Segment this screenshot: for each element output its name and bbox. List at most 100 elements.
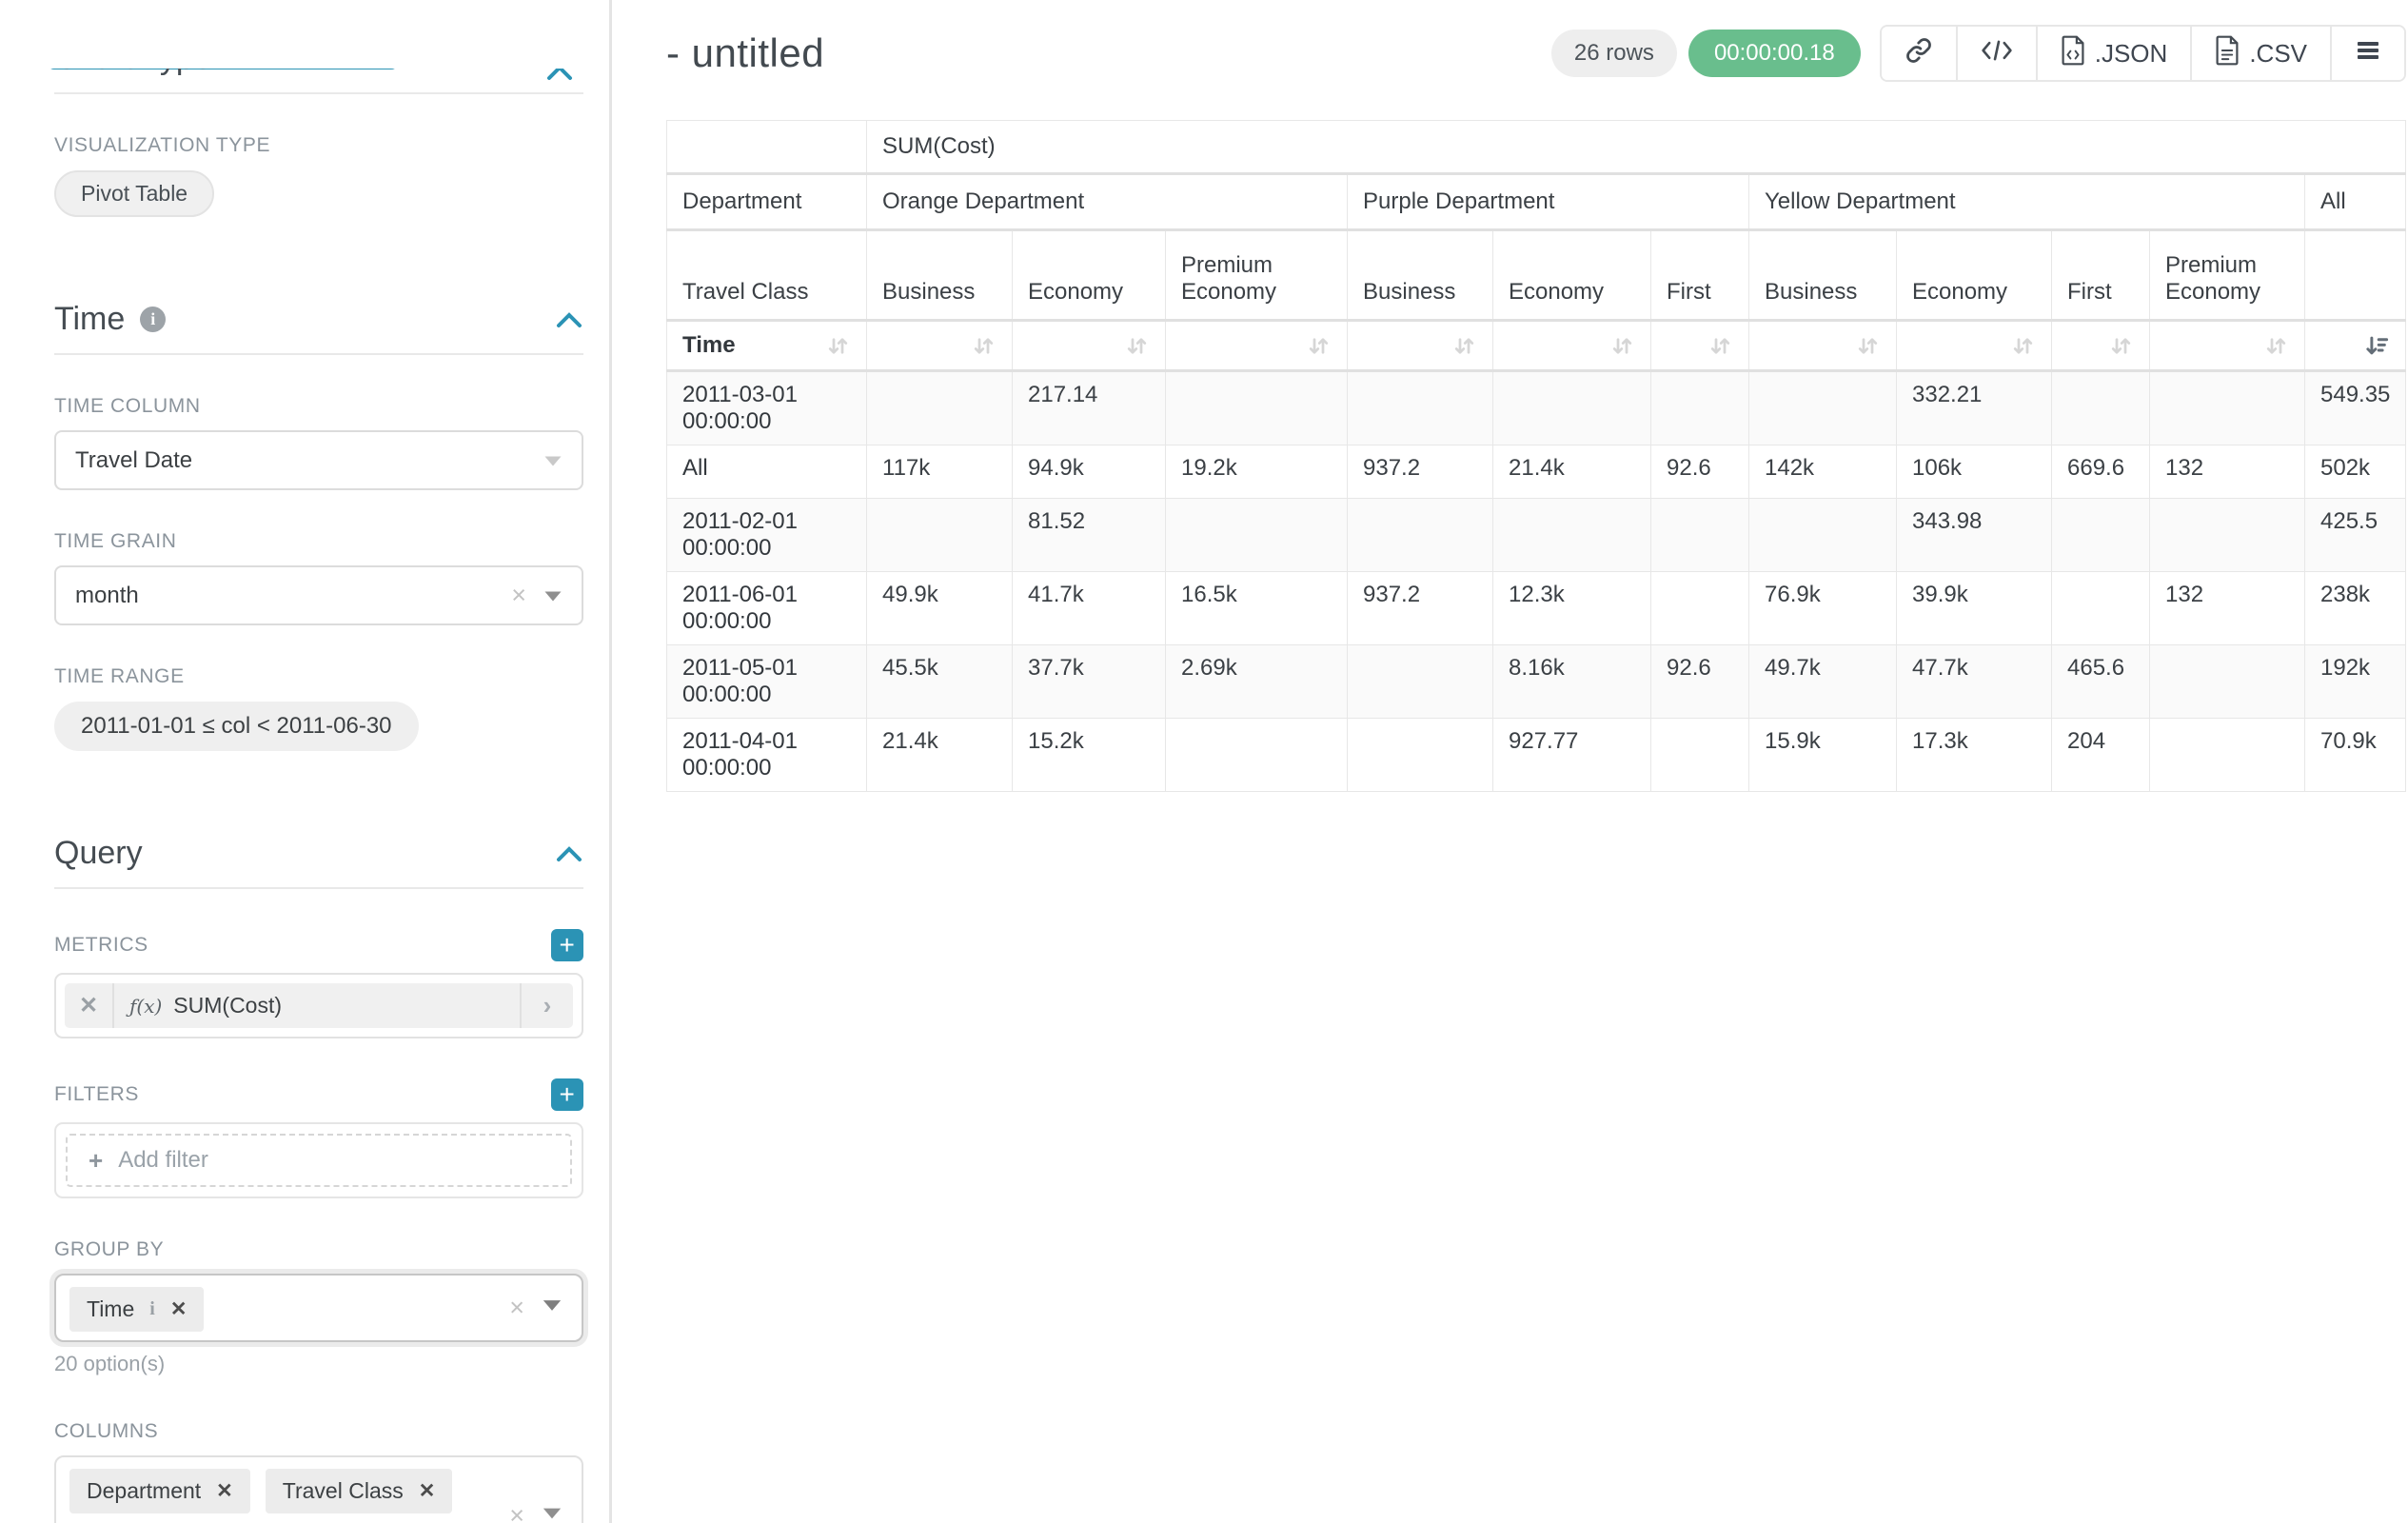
sort-icon[interactable] <box>1451 333 1477 359</box>
pivot-value-cell: 8.16k <box>1493 645 1651 719</box>
chevron-up-icon[interactable] <box>555 835 583 872</box>
columns-select[interactable]: Department ✕ Travel Class ✕ × <box>54 1455 583 1523</box>
export-json-button[interactable]: .JSON <box>2036 27 2191 80</box>
pivot-value-cell <box>2150 371 2305 445</box>
pivot-value-cell: 142k <box>1749 445 1897 499</box>
pivot-value-cell: 49.9k <box>867 572 1013 645</box>
chevron-down-icon <box>543 583 563 609</box>
sort-icon[interactable] <box>1609 333 1635 359</box>
travel-class-axis-cell: Travel Class <box>667 230 867 321</box>
sort-column-cell[interactable] <box>1013 321 1166 371</box>
pivot-value-cell: 94.9k <box>1013 445 1166 499</box>
pivot-value-cell <box>1348 719 1493 792</box>
add-filter-label: Add filter <box>118 1147 208 1174</box>
page-title[interactable]: - untitled <box>666 30 824 76</box>
remove-chip-icon[interactable]: ✕ <box>170 1297 188 1321</box>
view-query-button[interactable] <box>1956 27 2036 80</box>
export-json-label: .JSON <box>2095 39 2168 69</box>
share-link-button[interactable] <box>1882 27 1956 80</box>
sort-desc-active-icon[interactable] <box>2364 333 2390 359</box>
pivot-value-cell: 70.9k <box>2305 719 2406 792</box>
metric-pill[interactable]: ✕ ƒ(x) SUM(Cost) › <box>65 983 573 1028</box>
travel-class-cell: Economy <box>1013 230 1166 321</box>
pivot-value-cell: 39.9k <box>1897 572 2052 645</box>
remove-chip-icon[interactable]: ✕ <box>419 1479 436 1503</box>
visualization-type-chip[interactable]: Pivot Table <box>54 170 214 217</box>
sort-column-cell[interactable] <box>1897 321 2052 371</box>
pivot-value-cell <box>1348 499 1493 572</box>
sort-column-cell[interactable] <box>1651 321 1749 371</box>
query-timer-badge: 00:00:00.18 <box>1688 30 1861 77</box>
add-metric-button[interactable]: + <box>551 929 583 961</box>
add-filter-button[interactable]: + Add filter <box>66 1134 572 1187</box>
sort-icon[interactable] <box>1855 333 1881 359</box>
sort-icon[interactable] <box>2108 333 2134 359</box>
sort-column-cell[interactable] <box>1348 321 1493 371</box>
export-csv-button[interactable]: .CSV <box>2190 27 2330 80</box>
groupby-select[interactable]: Time i ✕ × <box>54 1274 583 1342</box>
pivot-value-cell: 217.14 <box>1013 371 1166 445</box>
pivot-value-cell <box>867 499 1013 572</box>
export-csv-label: .CSV <box>2249 39 2307 69</box>
sort-column-cell[interactable] <box>1166 321 1348 371</box>
chevron-right-icon[interactable]: › <box>522 983 573 1028</box>
time-column-select[interactable]: Travel Date <box>54 430 583 490</box>
sort-icon[interactable] <box>825 333 851 359</box>
travel-class-cell <box>2305 230 2406 321</box>
time-range-chip[interactable]: 2011-01-01 ≤ col < 2011-06-30 <box>54 702 419 751</box>
sort-column-cell[interactable] <box>1493 321 1651 371</box>
file-text-icon <box>2215 35 2240 72</box>
chip-label: Travel Class <box>283 1478 404 1504</box>
clear-icon[interactable]: × <box>509 1501 524 1523</box>
info-icon[interactable]: i <box>140 307 166 332</box>
pivot-value-cell: 192k <box>2305 645 2406 719</box>
pivot-value-cell <box>867 371 1013 445</box>
control-panel-scroll[interactable]: Chart Type VISUALIZATION TYPE Pivot Tabl… <box>0 40 609 1523</box>
pivot-value-cell: 12.3k <box>1493 572 1651 645</box>
pivot-value-cell: 669.6 <box>2052 445 2150 499</box>
chart-area: - untitled 26 rows 00:00:00.18 <box>612 0 2408 1523</box>
sort-icon[interactable] <box>2010 333 2036 359</box>
add-filter-plus-button[interactable]: + <box>551 1078 583 1111</box>
time-column-label: TIME COLUMN <box>54 395 583 418</box>
sort-icon[interactable] <box>1124 333 1150 359</box>
chart-header: - untitled 26 rows 00:00:00.18 <box>666 25 2408 82</box>
sort-icon[interactable] <box>971 333 997 359</box>
sort-column-cell[interactable] <box>2052 321 2150 371</box>
sort-column-cell[interactable] <box>1749 321 1897 371</box>
pivot-value-cell: 21.4k <box>867 719 1013 792</box>
remove-chip-icon[interactable]: ✕ <box>216 1479 233 1503</box>
sort-icon[interactable] <box>1707 333 1733 359</box>
clear-icon[interactable]: × <box>509 1294 524 1323</box>
pivot-value-cell <box>1166 499 1348 572</box>
pivot-value-cell: 21.4k <box>1493 445 1651 499</box>
chevron-up-icon[interactable] <box>555 301 583 338</box>
travel-class-cell: Economy <box>1897 230 2052 321</box>
pivot-value-cell: 927.77 <box>1493 719 1651 792</box>
time-grain-select[interactable]: month × <box>54 565 583 625</box>
metric-header-cell: SUM(Cost) <box>867 121 2406 174</box>
sort-icon[interactable] <box>1306 333 1332 359</box>
pivot-value-cell: 2.69k <box>1166 645 1348 719</box>
pivot-value-cell: 106k <box>1897 445 2052 499</box>
clear-icon[interactable]: × <box>511 581 526 610</box>
columns-chip-department[interactable]: Department ✕ <box>69 1469 250 1513</box>
pivot-value-cell: 47.7k <box>1897 645 2052 719</box>
columns-chip-travel-class[interactable]: Travel Class ✕ <box>266 1469 453 1513</box>
info-icon[interactable]: i <box>149 1298 155 1320</box>
section-divider <box>54 887 583 889</box>
menu-button[interactable] <box>2330 27 2404 80</box>
sort-column-cell[interactable] <box>867 321 1013 371</box>
pivot-value-cell: 92.6 <box>1651 645 1749 719</box>
sort-column-cell[interactable] <box>2150 321 2305 371</box>
remove-metric-icon[interactable]: ✕ <box>65 983 114 1028</box>
groupby-chip-time[interactable]: Time i ✕ <box>69 1287 204 1332</box>
sort-column-cell[interactable] <box>2305 321 2406 371</box>
export-button-group: .JSON .CSV <box>1880 25 2406 82</box>
columns-label: COLUMNS <box>54 1420 583 1443</box>
sort-icon[interactable] <box>2263 333 2289 359</box>
time-range-label: TIME RANGE <box>54 665 583 688</box>
row-header-cell: 2011-03-01 00:00:00 <box>667 371 867 445</box>
sort-time-cell[interactable]: Time <box>667 321 867 371</box>
pivot-value-cell <box>2052 572 2150 645</box>
